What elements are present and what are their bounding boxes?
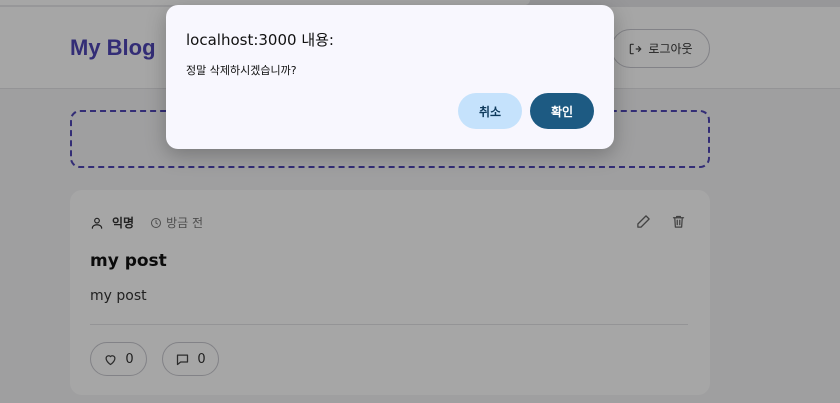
confirm-dialog: localhost:3000 내용: 정말 삭제하시겠습니까? 취소 확인 (166, 5, 614, 149)
cancel-button[interactable]: 취소 (458, 93, 522, 129)
dialog-message: 정말 삭제하시겠습니까? (186, 64, 297, 77)
dialog-title: localhost:3000 내용: (186, 31, 334, 49)
confirm-button[interactable]: 확인 (530, 93, 594, 129)
